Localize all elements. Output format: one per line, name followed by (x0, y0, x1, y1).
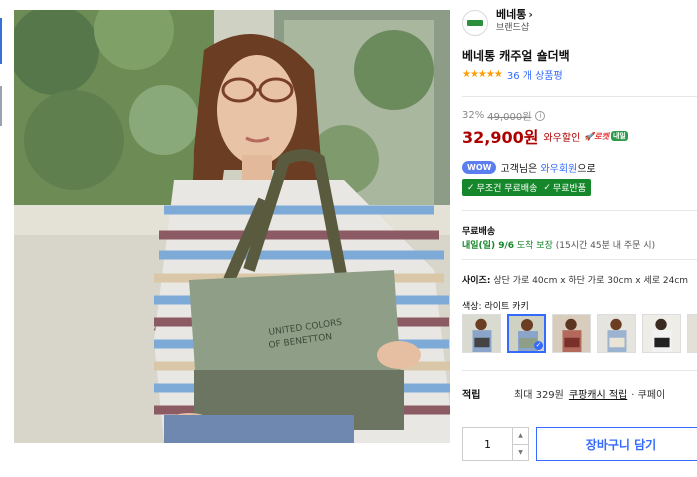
add-to-cart-button[interactable]: 장바구니 담기 (536, 427, 697, 461)
rocket-icon: 🚀로켓 (584, 131, 609, 141)
eta-date: 내일(일) 9/6 (462, 241, 515, 251)
brand-name-link[interactable]: 베네통 › (496, 8, 533, 22)
coupang-cash-link[interactable]: 쿠팡캐시 적립 (569, 386, 627, 401)
divider (462, 96, 697, 97)
brand-name[interactable]: 베네통 (496, 8, 526, 22)
main-product-photo: UNITED COLORS OF BENETTON (14, 10, 450, 443)
quantity-stepper[interactable]: 1 ▲ ▼ (462, 427, 529, 461)
price-row: 32,900원 와우할인 🚀로켓 내일 (462, 124, 628, 148)
points-max: 최대 329원 (514, 390, 564, 401)
size-value: 상단 가로 40cm x 하단 가로 30cm x 세로 24cm (493, 276, 689, 286)
wow-member-link[interactable]: 와우회원 (540, 160, 577, 175)
color-swatch[interactable] (642, 314, 681, 353)
product-title: 베네통 캐주얼 숄더백 (462, 49, 570, 63)
brand-row[interactable]: 베네통 › 브랜드샵 (462, 8, 533, 36)
quantity-step-buttons: ▲ ▼ (512, 428, 528, 460)
brand-shop-label: 브랜드샵 (496, 23, 530, 33)
membership-text-suffix: 으로 (577, 164, 596, 175)
eta-condition: (15시간 45분 내 주문 시) (555, 241, 656, 251)
color-label: 색상: (462, 302, 482, 312)
quantity-decrease-button[interactable]: ▼ (513, 443, 528, 461)
coupay-text: · 쿠페이 (631, 390, 666, 401)
size-label: 사이즈: (462, 276, 491, 286)
color-swatch[interactable] (597, 314, 636, 353)
benefit-chips: ✓ 무조건 무료배송 ✓ 무료반품 (462, 179, 592, 196)
color-swatch-selected[interactable]: ✓ (507, 314, 546, 353)
points-row: 적립 최대 329원 쿠팡캐시 적립 · 쿠페이 (462, 386, 665, 401)
points-label: 적립 (462, 390, 481, 401)
wow-sale-label: 와우할인 (543, 132, 581, 144)
membership-text-prefix: 고객님은 (500, 164, 538, 175)
wow-badge: WOW (462, 161, 497, 174)
rating-row[interactable]: ★★★★★ 36 개 상품평 (462, 67, 563, 82)
color-swatch[interactable] (552, 314, 591, 353)
benefit-free-shipping: 무조건 무료배송 (476, 184, 538, 194)
quantity-increase-button[interactable]: ▲ (513, 428, 528, 444)
thumbnail-rail-active-indicator (0, 18, 2, 64)
thumbnail-rail-indicator (0, 86, 2, 126)
product-info-panel: 베네통 › 브랜드샵 베네통 캐주얼 숄더백 ★★★★★ 36 개 상품평 32… (462, 0, 697, 477)
shipping-title: 무료배송 (462, 227, 496, 237)
sale-price: 32,900원 (462, 128, 539, 147)
main-product-image[interactable]: UNITED COLORS OF BENETTON (14, 10, 450, 443)
color-swatch[interactable] (687, 314, 697, 353)
divider (462, 259, 697, 260)
divider (462, 370, 697, 371)
info-icon[interactable]: i (535, 110, 546, 121)
eta-guarantee: 도착 보장 (516, 241, 553, 251)
discount-rate: 32% (462, 110, 485, 121)
color-swatch[interactable] (462, 314, 501, 353)
rocket-delivery-badge: 🚀로켓 내일 (584, 131, 628, 142)
check-icon: ✓ (543, 182, 551, 193)
color-row: 색상: 라이트 카키 (462, 299, 529, 312)
check-icon: ✓ (467, 182, 475, 193)
color-swatches: ✓ (462, 314, 697, 353)
rating-stars-icon: ★★★★★ (462, 69, 503, 80)
selected-check-icon: ✓ (534, 341, 543, 350)
shipping-eta: 내일(일) 9/6 도착 보장 (15시간 45분 내 주문 시) (462, 238, 655, 251)
size-row: 사이즈: 상단 가로 40cm x 하단 가로 30cm x 세로 24cm (462, 273, 688, 286)
membership-row: WOW 고객님은 와우회원 으로 (462, 160, 596, 175)
review-count-link[interactable]: 36 개 상품평 (507, 67, 563, 82)
benefit-free-return: 무료반품 (552, 184, 587, 194)
discount-row: 32% 49,000원 i (462, 108, 546, 123)
color-value: 라이트 카키 (484, 302, 529, 312)
rocket-tomorrow-tag: 내일 (610, 131, 628, 141)
quantity-input[interactable]: 1 (463, 428, 512, 460)
divider (462, 210, 697, 211)
original-price: 49,000원 (487, 112, 532, 123)
brand-logo-icon[interactable] (462, 10, 488, 36)
chevron-right-icon: › (528, 8, 533, 21)
